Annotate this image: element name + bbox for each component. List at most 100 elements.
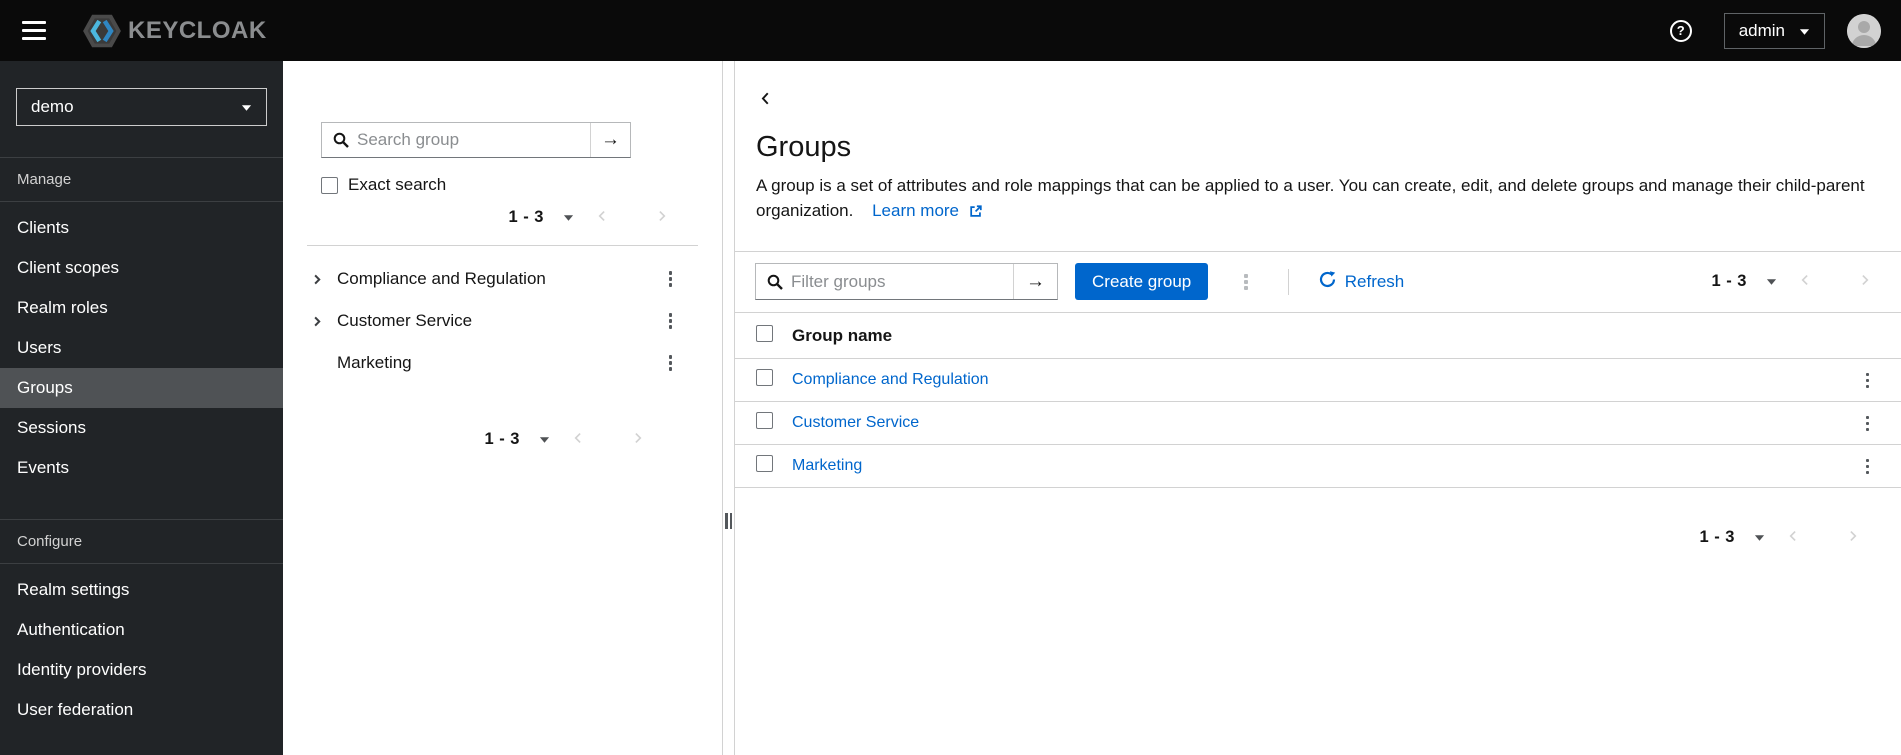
sidebar-item-authentication[interactable]: Authentication <box>0 610 283 650</box>
search-icon <box>756 264 783 299</box>
tree-item-label[interactable]: Compliance and Regulation <box>337 269 663 289</box>
learn-more-link[interactable]: Learn more <box>872 201 983 220</box>
nav-toggle-button[interactable] <box>18 15 50 46</box>
per-page-dropdown[interactable]: 1 - 3 <box>1691 524 1773 551</box>
row-kebab-menu-button[interactable] <box>1860 411 1876 437</box>
sidebar-item-events[interactable]: Events <box>0 448 283 488</box>
refresh-button[interactable]: Refresh <box>1319 270 1404 293</box>
collapse-panel-button[interactable] <box>755 89 777 111</box>
chevron-down-icon <box>1799 21 1810 41</box>
search-group-input[interactable] <box>349 123 590 157</box>
arrow-right-icon: → <box>601 129 620 150</box>
next-page-button[interactable] <box>1844 269 1885 294</box>
angle-right-icon <box>655 209 668 226</box>
page-header: Groups A group is a set of attributes an… <box>735 111 1901 253</box>
kebab-menu-button[interactable] <box>663 266 679 292</box>
row-kebab-menu-button[interactable] <box>1860 454 1876 480</box>
expand-chevron-icon[interactable] <box>307 273 337 286</box>
previous-page-button[interactable] <box>582 205 623 230</box>
page-description: A group is a set of attributes and role … <box>756 176 1865 220</box>
toolbar-kebab-menu-button[interactable] <box>1238 269 1254 295</box>
tree-item-label[interactable]: Marketing <box>337 353 663 373</box>
kebab-menu-button[interactable] <box>663 308 679 334</box>
row-checkbox[interactable] <box>756 412 773 430</box>
sidebar-item-clients[interactable]: Clients <box>0 208 283 248</box>
groups-table: Group name Compliance and Regulation Cus… <box>735 312 1901 488</box>
angle-left-icon <box>1799 273 1812 290</box>
help-icon[interactable]: ? <box>1669 19 1692 42</box>
angle-left-icon <box>759 91 773 109</box>
topbar: KEYCLOAK ? admin <box>0 0 1901 61</box>
avatar[interactable] <box>1847 13 1881 48</box>
group-link[interactable]: Customer Service <box>792 414 919 431</box>
group-tree: Compliance and Regulation Customer Servi… <box>283 258 722 384</box>
sidebar: demo Manage Clients Client scopes Realm … <box>0 61 283 755</box>
panel-resize-handle[interactable] <box>723 61 735 755</box>
tree-pagination-bottom: 1 - 3 <box>283 426 722 453</box>
row-checkbox[interactable] <box>756 455 773 473</box>
external-link-icon <box>969 203 983 222</box>
next-page-button[interactable] <box>1832 525 1873 550</box>
pagination-range: 1 - 3 <box>1699 528 1735 547</box>
keycloak-logo-icon <box>82 13 122 49</box>
sidebar-item-sessions[interactable]: Sessions <box>0 408 283 448</box>
username: admin <box>1738 20 1785 40</box>
tree-pagination-top: 1 - 3 <box>283 204 722 231</box>
caret-down-icon <box>1766 278 1777 286</box>
sidebar-item-user-federation[interactable]: User federation <box>0 690 283 730</box>
group-link[interactable]: Marketing <box>792 457 862 474</box>
chevron-down-icon <box>241 100 252 115</box>
tree-item-marketing[interactable]: Marketing <box>283 342 722 384</box>
angle-right-icon <box>1846 529 1859 546</box>
sidebar-item-realm-roles[interactable]: Realm roles <box>0 288 283 328</box>
group-link[interactable]: Compliance and Regulation <box>792 371 989 388</box>
exact-search-checkbox[interactable] <box>321 176 338 194</box>
realm-name: demo <box>31 97 74 116</box>
row-checkbox[interactable] <box>756 369 773 387</box>
groups-toolbar: → Create group Refresh 1 - 3 <box>735 252 1901 312</box>
next-page-button[interactable] <box>617 427 658 452</box>
sidebar-item-identity-providers[interactable]: Identity providers <box>0 650 283 690</box>
caret-down-icon <box>1754 534 1765 542</box>
kebab-menu-button[interactable] <box>663 350 679 376</box>
previous-page-button[interactable] <box>1785 269 1826 294</box>
search-submit-button[interactable]: → <box>590 123 630 157</box>
previous-page-button[interactable] <box>558 427 599 452</box>
per-page-dropdown[interactable]: 1 - 3 <box>1703 268 1785 295</box>
hamburger-icon <box>22 21 46 24</box>
main-content: Groups A group is a set of attributes an… <box>735 61 1901 755</box>
sidebar-item-client-scopes[interactable]: Client scopes <box>0 248 283 288</box>
keycloak-logo[interactable]: KEYCLOAK <box>82 13 267 49</box>
filter-submit-button[interactable]: → <box>1013 264 1057 300</box>
angle-left-icon <box>572 431 585 448</box>
sidebar-item-realm-settings[interactable]: Realm settings <box>0 570 283 610</box>
sidebar-item-users[interactable]: Users <box>0 328 283 368</box>
next-page-button[interactable] <box>641 205 682 230</box>
table-pagination-top: 1 - 3 <box>1404 268 1885 295</box>
exact-search-label: Exact search <box>348 175 447 194</box>
expand-chevron-icon[interactable] <box>307 315 337 328</box>
pagination-range: 1 - 3 <box>508 208 544 226</box>
tree-item-customer-service[interactable]: Customer Service <box>283 300 722 342</box>
angle-left-icon <box>596 209 609 226</box>
previous-page-button[interactable] <box>1773 525 1814 550</box>
tree-item-label[interactable]: Customer Service <box>337 311 663 331</box>
table-row: Marketing <box>735 444 1901 488</box>
drag-grip-icon <box>725 513 732 529</box>
arrow-right-icon: → <box>1026 270 1045 292</box>
per-page-dropdown[interactable]: 1 - 3 <box>500 204 582 231</box>
filter-groups-input[interactable] <box>783 264 1013 300</box>
tree-item-compliance-and-regulation[interactable]: Compliance and Regulation <box>283 258 722 300</box>
per-page-dropdown[interactable]: 1 - 3 <box>476 426 558 453</box>
sidebar-item-groups[interactable]: Groups <box>0 368 283 408</box>
select-all-checkbox[interactable] <box>756 324 773 342</box>
angle-right-icon <box>1858 273 1871 290</box>
user-menu-dropdown[interactable]: admin <box>1723 12 1825 49</box>
exact-search-row: Exact search <box>321 175 722 195</box>
create-group-button[interactable]: Create group <box>1075 263 1209 301</box>
nav-section-title: Configure <box>0 519 283 564</box>
search-icon <box>322 123 349 157</box>
row-kebab-menu-button[interactable] <box>1860 368 1876 394</box>
table-pagination-bottom: 1 - 3 <box>735 524 1901 551</box>
realm-selector[interactable]: demo <box>16 88 267 126</box>
